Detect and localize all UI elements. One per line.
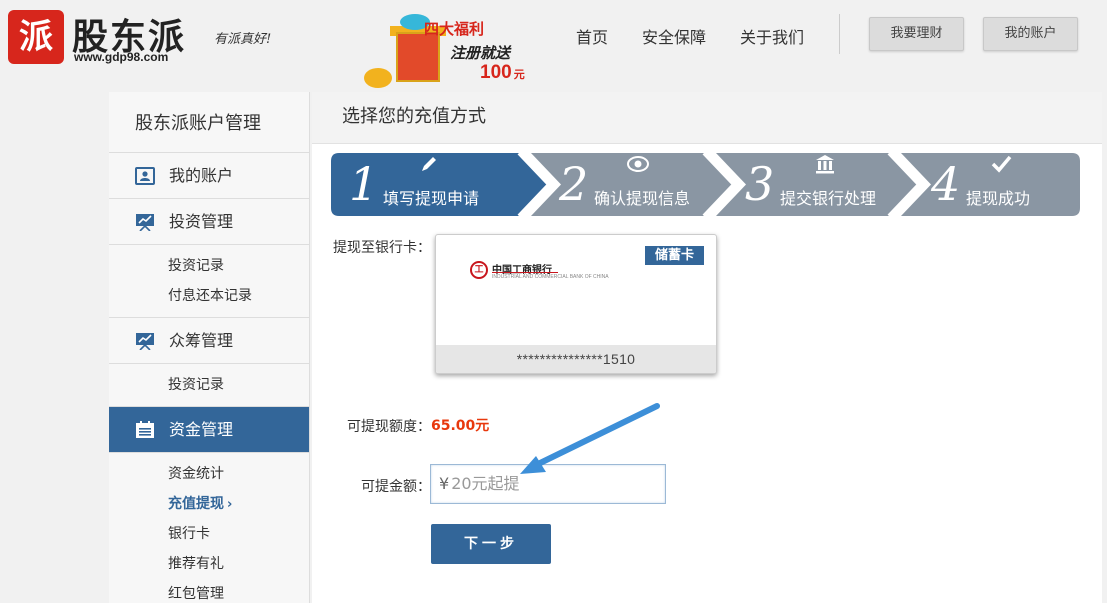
sidebar-item-investment[interactable]: 投资管理: [109, 199, 309, 245]
sidebar-item-funds[interactable]: 资金管理: [109, 407, 309, 453]
sidebar-item-label: 资金管理: [169, 420, 234, 439]
sidebar-item-label: 我的账户: [169, 166, 234, 185]
available-value: 65.00元: [431, 418, 490, 434]
sidebar-item-label: 投资管理: [169, 212, 234, 231]
chevron-right-icon: ›: [227, 497, 233, 512]
bank-name-underline: [492, 272, 558, 273]
promo-line1: 四大福利: [424, 20, 485, 38]
icbc-logo-icon: 工: [470, 261, 488, 279]
page-title: 选择您的充值方式: [312, 92, 1102, 144]
sidebar-submenu-crowdfunding: 投资记录: [109, 364, 309, 407]
checkmark-icon: [991, 155, 1012, 173]
bank-name-en: INDUSTRIAL AND COMMERCIAL BANK OF CHINA: [492, 274, 609, 280]
eye-icon: [627, 156, 649, 172]
bank-building-icon: [816, 155, 834, 174]
next-step-button[interactable]: 下一步: [431, 524, 551, 564]
currency-symbol: ¥: [439, 474, 450, 493]
sidebar-title: 股东派账户管理: [109, 92, 309, 153]
step-4-number: 4: [931, 157, 961, 211]
nav-about[interactable]: 关于我们: [740, 24, 804, 48]
promo-amount-unit: 元: [513, 69, 525, 81]
invest-button[interactable]: 我要理财: [869, 17, 964, 51]
sidebar-item-crowdfunding[interactable]: 众筹管理: [109, 318, 309, 364]
card-type-badge: 储蓄卡: [644, 246, 704, 265]
pencil-icon: [422, 157, 436, 171]
slogan: 有派真好!: [214, 32, 272, 47]
id-card-icon: [135, 167, 155, 185]
sidebar-submenu-funds: 资金统计 充值提现 › 银行卡 推荐有礼 红包管理: [109, 453, 309, 603]
site-header: 派 股东派 www.gdp98.com 有派真好! 四大福利 注册就送 100 元…: [0, 0, 1107, 92]
promo-amount: 100 元: [480, 62, 525, 84]
step-3-label: 提交银行处理: [780, 189, 877, 208]
chart-board-icon: [136, 214, 154, 231]
bank-card[interactable]: 储蓄卡 工 中国工商银行 INDUSTRIAL AND COMMERCIAL B…: [435, 234, 717, 374]
sidebar-subitem-recharge-withdraw[interactable]: 充值提现 ›: [109, 489, 309, 519]
promo-banner[interactable]: 四大福利 注册就送 100 元: [364, 12, 544, 92]
step-3-number: 3: [745, 157, 775, 211]
chart-board-icon: [136, 333, 154, 350]
main-panel: 选择您的充值方式 1 填写提现申请 2 确认提现信息 3 提交银行处理 4 提现…: [312, 92, 1102, 603]
sidebar-subitem-invest-records[interactable]: 投资记录: [109, 251, 309, 281]
nav-divider: [839, 14, 840, 54]
gift-box-icon: [396, 32, 440, 82]
promo-amount-value: 100: [480, 62, 512, 83]
sidebar-subitem-bank-card[interactable]: 银行卡: [109, 519, 309, 549]
sidebar: 股东派账户管理 我的账户 投资管理 投资记录 付息还本记录 众筹管理 投资记录: [109, 92, 310, 603]
card-number: ***************1510: [436, 345, 716, 373]
sidebar-item-label: 众筹管理: [169, 331, 234, 350]
my-account-button[interactable]: 我的账户: [983, 17, 1078, 51]
step-1-label: 填写提现申请: [383, 189, 480, 208]
calendar-icon: [136, 421, 154, 438]
nav-safety[interactable]: 安全保障: [642, 24, 706, 48]
pointer-arrow-icon: [520, 403, 660, 474]
amount-label: 可提金额：: [361, 479, 431, 495]
sidebar-submenu-investment: 投资记录 付息还本记录: [109, 245, 309, 318]
sidebar-item-my-account[interactable]: 我的账户: [109, 153, 309, 199]
logo-mark[interactable]: 派: [8, 10, 64, 64]
sidebar-subitem-label: 充值提现: [168, 496, 224, 512]
step-4-label: 提现成功: [966, 189, 1031, 208]
step-progress: 1 填写提现申请 2 确认提现信息 3 提交银行处理 4 提现成功: [331, 153, 1080, 216]
nav-home[interactable]: 首页: [576, 24, 608, 48]
sidebar-subitem-fund-stats[interactable]: 资金统计: [109, 459, 309, 489]
sidebar-subitem-interest-records[interactable]: 付息还本记录: [109, 281, 309, 311]
step-1-number: 1: [349, 157, 379, 211]
step-2-number: 2: [559, 157, 589, 211]
available-label: 可提现额度：: [347, 419, 431, 435]
amount-placeholder: 20元起提: [451, 474, 520, 493]
sidebar-subitem-red-packet[interactable]: 红包管理: [109, 579, 309, 603]
sidebar-subitem-crowd-records[interactable]: 投资记录: [109, 370, 309, 400]
sidebar-subitem-referral[interactable]: 推荐有礼: [109, 549, 309, 579]
coins-icon: [364, 68, 392, 88]
step-2-label: 确认提现信息: [594, 189, 691, 208]
card-label: 提现至银行卡：: [333, 240, 431, 256]
logo-url: www.gdp98.com: [74, 50, 169, 64]
promo-line2: 注册就送: [450, 44, 511, 62]
